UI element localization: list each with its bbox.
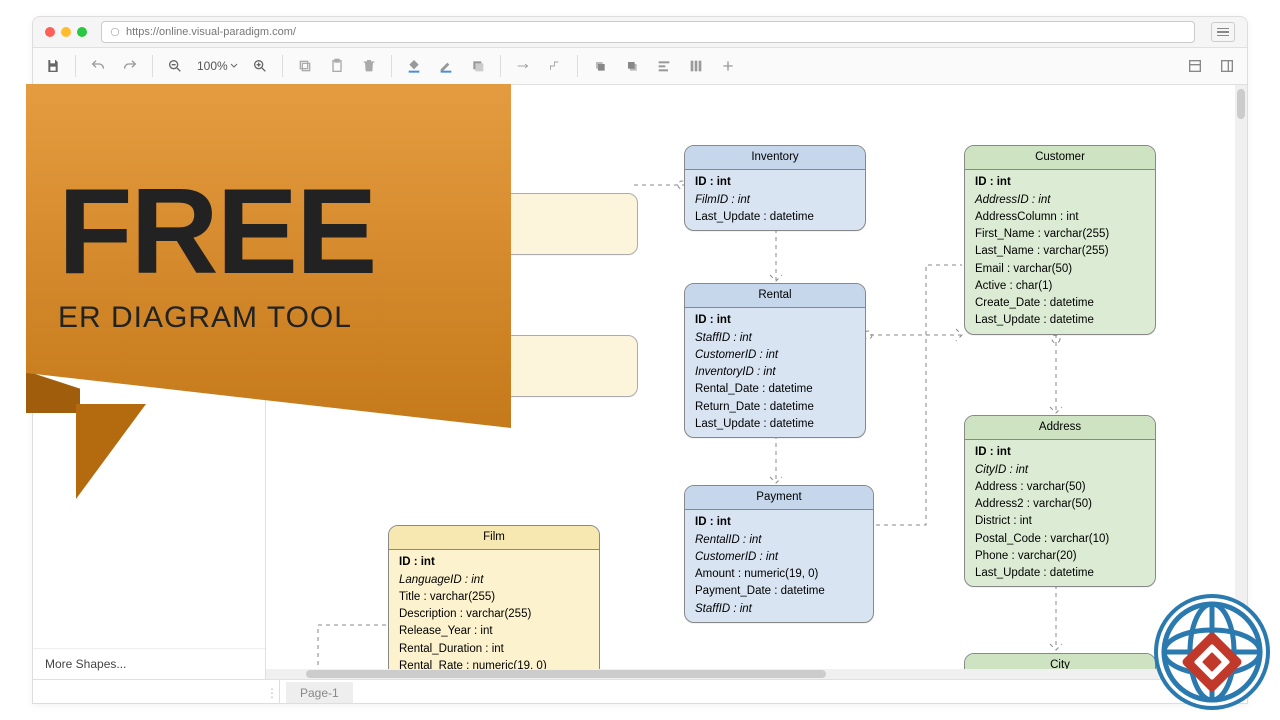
paste-icon[interactable] xyxy=(323,52,351,80)
entity-body: ID : intLanguageID : intTitle : varchar(… xyxy=(389,550,599,679)
waypoint-icon[interactable] xyxy=(541,52,569,80)
shadow-icon[interactable] xyxy=(464,52,492,80)
promo-subtitle: ER DIAGRAM TOOL xyxy=(58,301,479,335)
connector-style-icon[interactable] xyxy=(509,52,537,80)
to-front-icon[interactable] xyxy=(586,52,614,80)
url-text: https://online.visual-paradigm.com/ xyxy=(126,26,296,38)
format-panel-icon[interactable] xyxy=(1181,52,1209,80)
toolbar: 100% xyxy=(33,48,1247,85)
entity-payment[interactable]: Payment ID : intRentalID : intCustomerID… xyxy=(684,485,874,623)
to-back-icon[interactable] xyxy=(618,52,646,80)
vp-logo-icon xyxy=(1152,592,1272,712)
copy-icon[interactable] xyxy=(291,52,319,80)
titlebar: https://online.visual-paradigm.com/ xyxy=(33,17,1247,48)
window-controls xyxy=(45,27,87,37)
maximize-icon[interactable] xyxy=(77,27,87,37)
save-icon[interactable] xyxy=(39,52,67,80)
page-tab[interactable]: Page-1 xyxy=(286,682,353,704)
page-bar: ⋮ Page-1 xyxy=(33,679,1247,704)
add-icon[interactable] xyxy=(714,52,742,80)
entity-customer[interactable]: Customer ID : intAddressID : intAddressC… xyxy=(964,145,1156,335)
horizontal-scrollbar[interactable] xyxy=(266,669,1235,679)
distribute-icon[interactable] xyxy=(682,52,710,80)
more-shapes-button[interactable]: More Shapes... xyxy=(33,648,265,679)
entity-address[interactable]: Address ID : intCityID : intAddress : va… xyxy=(964,415,1156,587)
minimize-icon[interactable] xyxy=(61,27,71,37)
redo-icon[interactable] xyxy=(116,52,144,80)
entity-body: ID : intRentalID : intCustomerID : intAm… xyxy=(685,510,873,622)
entity-body: ID : intAddressID : intAddressColumn : i… xyxy=(965,170,1155,333)
entity-title: Inventory xyxy=(685,146,865,170)
entity-title: Film xyxy=(389,526,599,550)
outline-panel-icon[interactable] xyxy=(1213,52,1241,80)
undo-icon[interactable] xyxy=(84,52,112,80)
entity-film[interactable]: Film ID : intLanguageID : intTitle : var… xyxy=(388,525,600,679)
zoom-out-icon[interactable] xyxy=(161,52,189,80)
promo-title: FREE xyxy=(58,177,479,287)
entity-title: Rental xyxy=(685,284,865,308)
url-bar[interactable]: https://online.visual-paradigm.com/ xyxy=(101,21,1195,43)
zoom-in-icon[interactable] xyxy=(246,52,274,80)
align-icon[interactable] xyxy=(650,52,678,80)
line-color-icon[interactable] xyxy=(432,52,460,80)
entity-inventory[interactable]: Inventory ID : intFilmID : intLast_Updat… xyxy=(684,145,866,231)
vertical-scrollbar[interactable] xyxy=(1235,85,1247,679)
hamburger-icon[interactable] xyxy=(1211,22,1235,42)
entity-body: ID : intCityID : intAddress : varchar(50… xyxy=(965,440,1155,586)
entity-body: ID : intFilmID : intLast_Update : dateti… xyxy=(685,170,865,230)
delete-icon[interactable] xyxy=(355,52,383,80)
page-handle-icon[interactable]: ⋮ xyxy=(265,680,280,704)
close-icon[interactable] xyxy=(45,27,55,37)
entity-title: Payment xyxy=(685,486,873,510)
entity-rental[interactable]: Rental ID : intStaffID : intCustomerID :… xyxy=(684,283,866,438)
entity-title: Address xyxy=(965,416,1155,440)
zoom-level[interactable]: 100% xyxy=(193,59,242,73)
entity-body: ID : intStaffID : intCustomerID : intInv… xyxy=(685,308,865,437)
promo-banner: FREE ER DIAGRAM TOOL xyxy=(26,84,511,514)
fill-color-icon[interactable] xyxy=(400,52,428,80)
entity-title: Customer xyxy=(965,146,1155,170)
